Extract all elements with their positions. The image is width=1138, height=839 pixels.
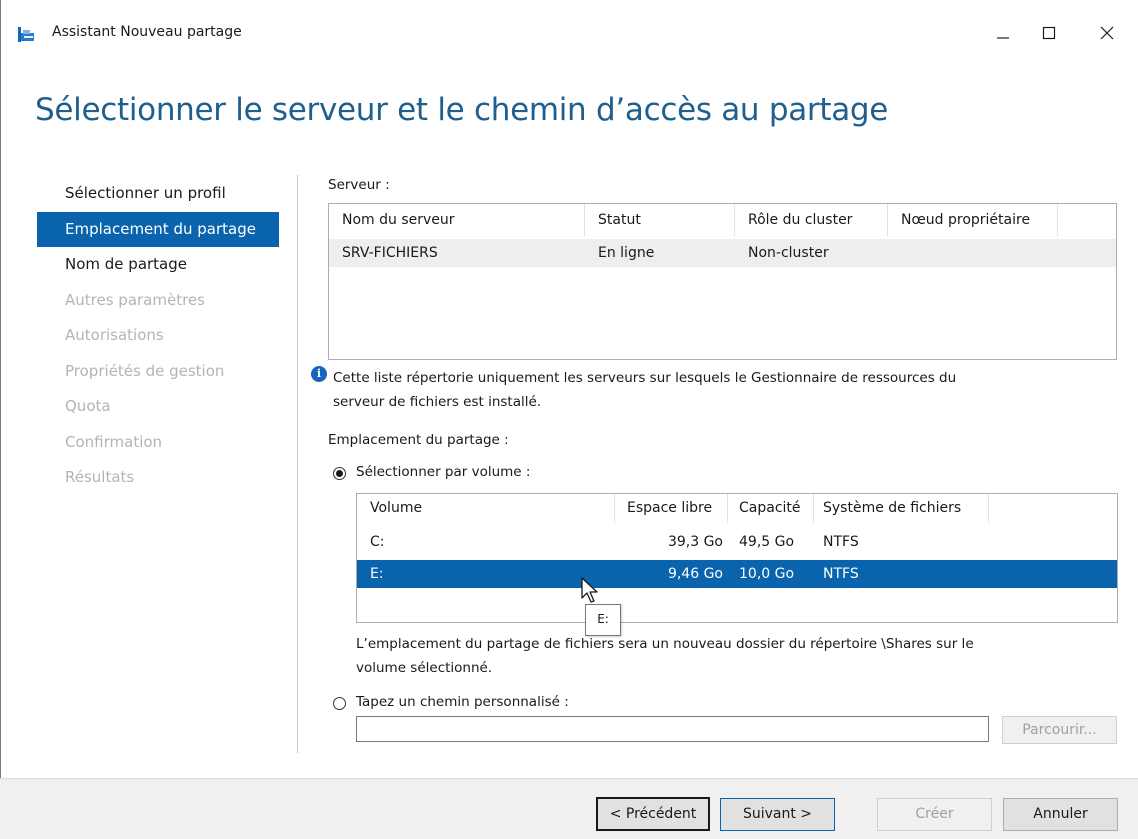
volume-cell: C:: [370, 534, 385, 550]
custom-path-label[interactable]: Tapez un chemin personnalisé :: [356, 694, 569, 710]
nav-step-profile[interactable]: Sélectionner un profil: [37, 176, 279, 212]
nav-step-quota: Quota: [65, 397, 111, 415]
free-space-cell: 39,3 Go: [667, 534, 723, 550]
server-name-cell: SRV-FICHIERS: [342, 245, 438, 261]
column-header-volume[interactable]: Volume: [357, 494, 615, 523]
column-header-file-system[interactable]: Système de fichiers: [814, 494, 989, 523]
column-header-server-name[interactable]: Nom du serveur: [329, 204, 585, 236]
share-location-label: Emplacement du partage :: [328, 432, 509, 448]
create-button[interactable]: Créer: [877, 798, 992, 831]
nav-step-results: Résultats: [65, 468, 135, 486]
table-row[interactable]: SRV-FICHIERS En ligne Non-cluster: [329, 239, 1116, 267]
next-button[interactable]: Suivant >: [720, 798, 835, 831]
nav-step-share-name[interactable]: Nom de partage: [37, 247, 279, 283]
file-system-cell: NTFS: [823, 534, 859, 550]
column-header-owner-node[interactable]: Nœud propriétaire: [888, 204, 1058, 236]
browse-button[interactable]: Parcourir...: [1002, 716, 1117, 744]
location-note-line2: volume sélectionné.: [356, 660, 493, 676]
nav-step-management-properties: Propriétés de gestion: [65, 361, 225, 380]
info-icon: i: [311, 366, 327, 382]
location-note-line1: L’emplacement du partage de fichiers ser…: [356, 636, 974, 652]
capacity-cell: 49,5 Go: [739, 534, 795, 550]
info-text-line2: serveur de fichiers est installé.: [333, 394, 542, 410]
window-left-border: [0, 0, 1, 780]
close-button[interactable]: [1084, 14, 1130, 52]
table-row[interactable]: C: 39,3 Go 49,5 Go NTFS: [357, 528, 1117, 556]
volume-list-header: Volume Espace libre Capacité Système de …: [357, 494, 1117, 523]
info-text-line1: Cette liste répertorie uniquement les se…: [333, 370, 957, 386]
select-by-volume-label[interactable]: Sélectionner par volume :: [356, 464, 530, 480]
window-title: Assistant Nouveau partage: [52, 24, 242, 40]
server-list-header: Nom du serveur Statut Rôle du cluster Nœ…: [329, 204, 1116, 236]
column-header-capacity[interactable]: Capacité: [728, 494, 814, 523]
volume-list[interactable]: Volume Espace libre Capacité Système de …: [356, 493, 1118, 623]
server-label: Serveur :: [328, 177, 390, 193]
file-system-cell: NTFS: [823, 566, 859, 582]
previous-button[interactable]: < Précédent: [596, 797, 710, 831]
server-role-cell: Non-cluster: [748, 245, 829, 261]
wizard-steps-nav: Sélectionner un profil Emplacement du pa…: [37, 176, 279, 496]
column-header-status[interactable]: Statut: [585, 204, 735, 236]
cancel-button[interactable]: Annuler: [1003, 798, 1118, 831]
maximize-button[interactable]: [1026, 14, 1072, 52]
server-status-cell: En ligne: [598, 245, 655, 261]
nav-step-other-settings: Autres paramètres: [65, 290, 205, 309]
nav-step-confirmation: Confirmation: [65, 432, 163, 451]
free-space-cell: 9,46 Go: [667, 566, 723, 582]
table-row-selected[interactable]: E: 9,46 Go 10,0 Go NTFS: [357, 560, 1117, 588]
custom-path-input[interactable]: [356, 716, 989, 742]
minimize-icon: [996, 26, 1010, 40]
nav-step-permissions: Autorisations: [65, 326, 164, 344]
column-header-free-space[interactable]: Espace libre: [615, 494, 728, 523]
minimize-button[interactable]: [980, 14, 1026, 52]
capacity-cell: 10,0 Go: [739, 566, 795, 582]
title-bar: Assistant Nouveau partage: [0, 0, 1138, 68]
close-icon: [1100, 26, 1114, 40]
share-wizard-icon: [18, 27, 35, 42]
mouse-pointer-icon: [580, 576, 602, 608]
volume-cell: E:: [370, 566, 384, 582]
nav-separator: [297, 175, 298, 753]
maximize-icon: [1042, 26, 1056, 40]
page-heading: Sélectionner le serveur et le chemin d’a…: [35, 92, 889, 128]
column-header-cluster-role[interactable]: Rôle du cluster: [735, 204, 888, 236]
server-list[interactable]: Nom du serveur Statut Rôle du cluster Nœ…: [328, 203, 1117, 360]
volume-tooltip: E:: [585, 604, 621, 636]
custom-path-radio[interactable]: [333, 697, 346, 710]
select-by-volume-radio[interactable]: [333, 467, 346, 480]
nav-step-share-location[interactable]: Emplacement du partage: [37, 211, 279, 247]
